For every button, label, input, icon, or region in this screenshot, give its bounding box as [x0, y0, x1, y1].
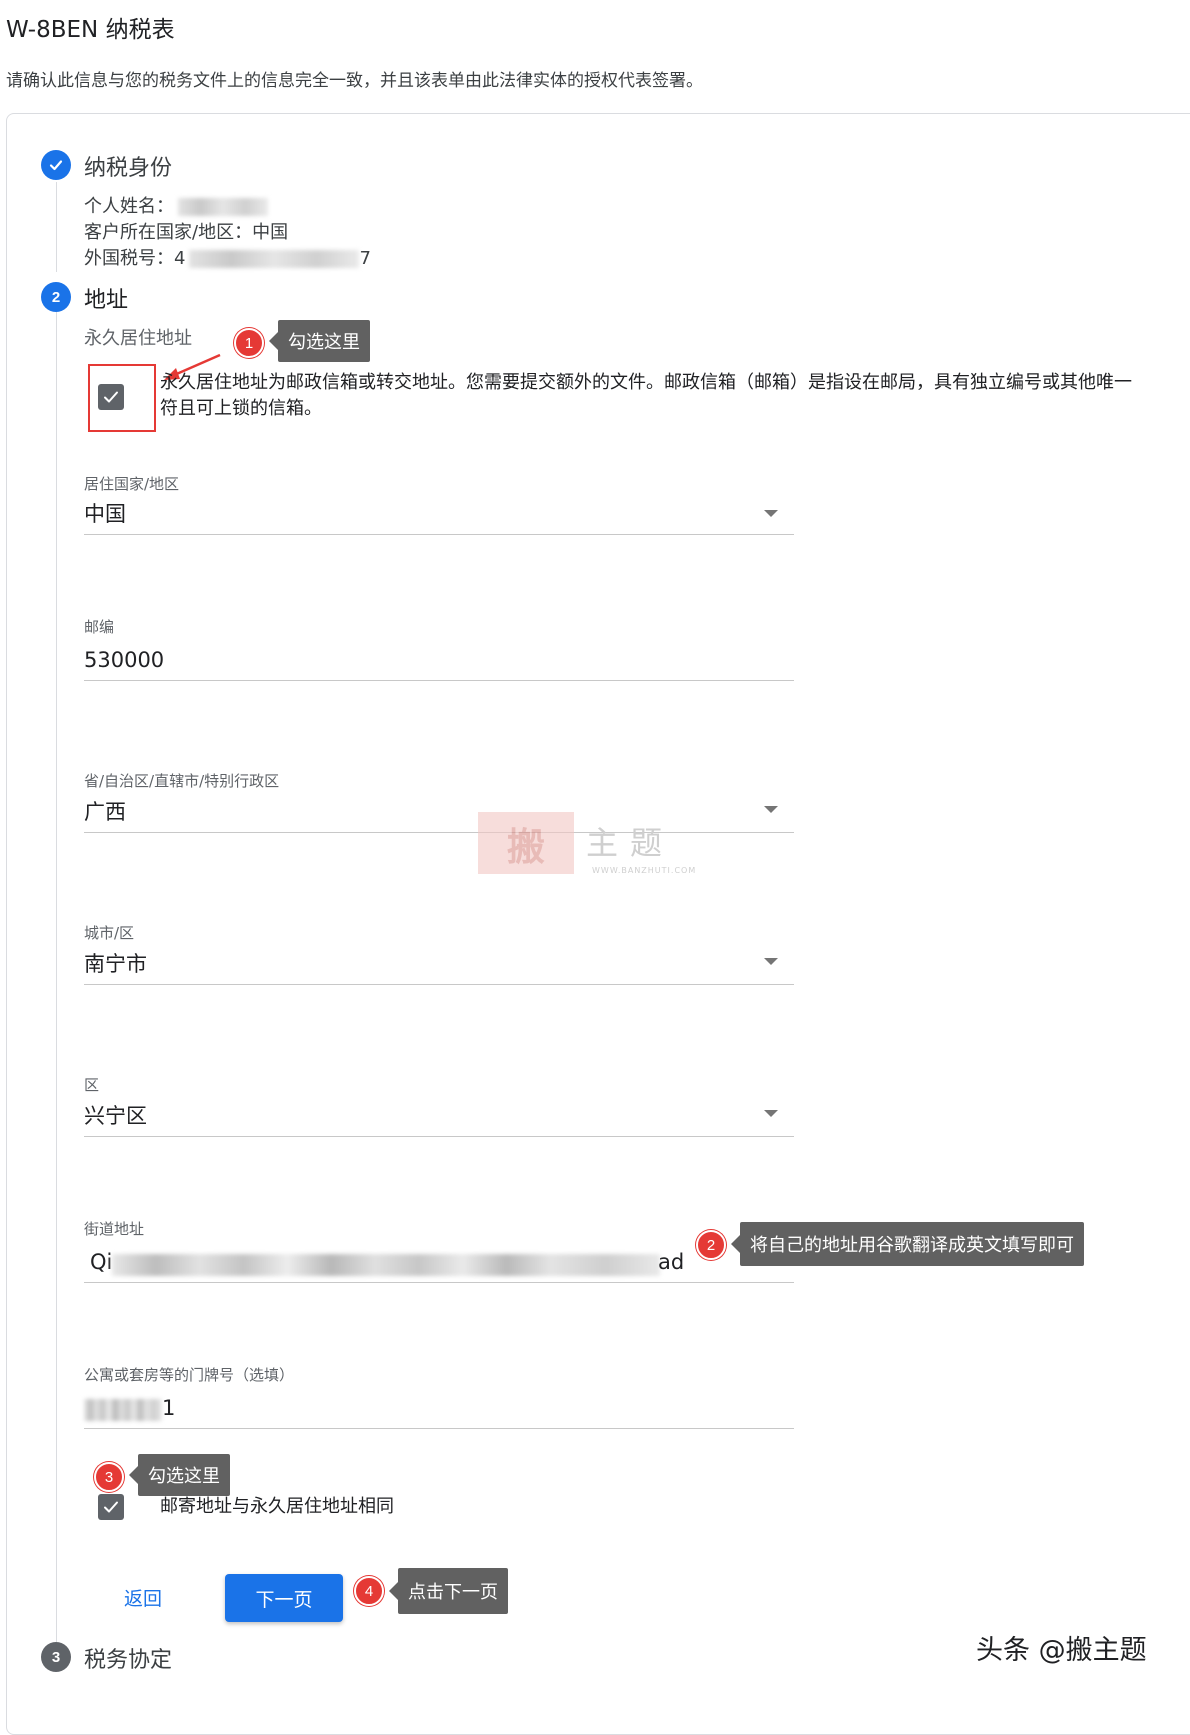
country-select[interactable]: 中国 — [84, 498, 126, 528]
annotation-tooltip-3: 勾选这里 — [129, 1454, 230, 1496]
watermark-text: 主题 — [586, 824, 675, 862]
annotation-tooltip-4: 点击下一页 — [389, 1568, 508, 1614]
step-complete-check-icon — [41, 150, 71, 180]
street-value-prefix[interactable]: Qi — [90, 1250, 112, 1274]
annotation-tooltip-1: 勾选这里 — [269, 320, 370, 362]
back-button[interactable]: 返回 — [124, 1584, 162, 1611]
city-field-label: 城市/区 — [84, 924, 135, 942]
step-title-address: 地址 — [84, 288, 129, 313]
street-value-suffix[interactable]: ad — [658, 1250, 684, 1274]
field-underline — [84, 680, 794, 681]
province-select[interactable]: 广西 — [84, 796, 126, 826]
step-connector — [56, 182, 57, 272]
step-number-3: 3 — [41, 1642, 71, 1672]
field-underline — [84, 1136, 794, 1137]
apartment-value-suffix[interactable]: 1 — [162, 1396, 175, 1420]
customer-country-value: 中国 — [252, 222, 289, 243]
chevron-down-icon[interactable] — [764, 806, 778, 813]
checkmark-icon — [104, 391, 118, 403]
redacted-name — [178, 198, 268, 216]
step-title-tax-treaty[interactable]: 税务协定 — [84, 1642, 172, 1674]
redacted-street-address — [112, 1254, 660, 1276]
foreign-tax-id-line: 外国税号：4 7 — [84, 244, 371, 270]
annotation-badge-4: 4 — [354, 1576, 384, 1606]
personal-name-line: 个人姓名： — [84, 192, 268, 218]
district-field-label: 区 — [84, 1076, 100, 1094]
mailing-same-label[interactable]: 邮寄地址与永久居住地址相同 — [160, 1494, 394, 1520]
customer-country-label: 客户所在国家/地区： — [84, 222, 253, 243]
step-title-tax-identity[interactable]: 纳税身份 — [84, 150, 172, 182]
foreign-tax-id-suffix: 7 — [359, 248, 371, 269]
personal-name-label: 个人姓名： — [84, 196, 174, 217]
po-box-checkbox[interactable] — [98, 384, 124, 410]
postal-code-input[interactable]: 530000 — [84, 648, 164, 672]
step-connector — [56, 312, 57, 1642]
field-underline — [84, 1428, 794, 1429]
city-select[interactable]: 南宁市 — [84, 948, 147, 978]
page-subtitle: 请确认此信息与您的税务文件上的信息完全一致，并且该表单由此法律实体的授权代表签署… — [6, 71, 703, 91]
mailing-same-checkbox[interactable] — [98, 1494, 124, 1520]
field-underline — [84, 984, 794, 985]
step-number-2: 2 — [41, 282, 71, 312]
watermark-seal: 搬 — [478, 812, 574, 874]
redacted-tax-id — [189, 250, 360, 268]
district-select[interactable]: 兴宁区 — [84, 1100, 147, 1130]
chevron-down-icon[interactable] — [764, 1110, 778, 1117]
foreign-tax-id-prefix: 4 — [174, 248, 186, 269]
permanent-address-label: 永久居住地址 — [84, 328, 192, 349]
watermark-url: WWW.BANZHUTI.COM — [592, 866, 697, 875]
chevron-down-icon[interactable] — [764, 510, 778, 517]
field-underline — [84, 832, 794, 833]
field-underline — [84, 1282, 794, 1283]
street-field-label: 街道地址 — [84, 1220, 145, 1238]
apartment-field-label: 公寓或套房等的门牌号（选填） — [84, 1366, 295, 1384]
po-box-description-line1: 永久居住地址为邮政信箱或转交地址。您需要提交额外的文件。邮政信箱（邮箱）是指设在… — [160, 372, 1132, 393]
postal-field-label: 邮编 — [84, 618, 115, 636]
checkmark-icon — [104, 1501, 118, 1513]
redacted-apartment — [84, 1399, 162, 1421]
annotation-badge-1: 1 — [234, 328, 264, 358]
annotation-tooltip-2: 将自己的地址用谷歌翻译成英文填写即可 — [731, 1222, 1084, 1266]
page-title: W-8BEN 纳税表 — [6, 17, 175, 43]
customer-country-line: 客户所在国家/地区：中国 — [84, 218, 288, 244]
chevron-down-icon[interactable] — [764, 958, 778, 965]
country-field-label: 居住国家/地区 — [84, 475, 180, 493]
annotation-badge-2: 2 — [696, 1230, 726, 1260]
annotation-badge-3: 3 — [94, 1462, 124, 1492]
foreign-tax-id-label: 外国税号： — [84, 248, 174, 269]
field-underline — [84, 534, 794, 535]
province-field-label: 省/自治区/直辖市/特别行政区 — [84, 772, 280, 790]
po-box-description-line2: 符且可上锁的信箱。 — [160, 398, 322, 419]
next-page-button[interactable]: 下一页 — [225, 1574, 343, 1622]
footer-credit: 头条 @搬主题 — [976, 1635, 1147, 1666]
